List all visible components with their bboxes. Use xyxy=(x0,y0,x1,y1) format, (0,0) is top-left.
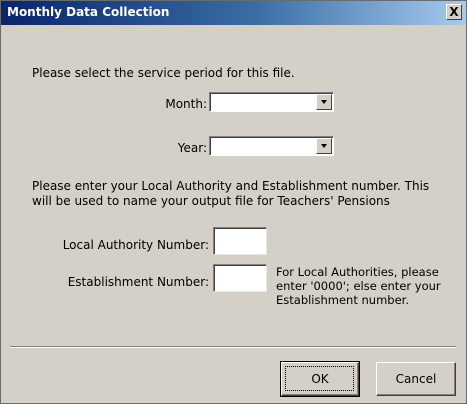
year-dropdown-button[interactable] xyxy=(316,138,332,154)
la-number-label: Local Authority Number: xyxy=(62,238,209,252)
month-dropdown-button[interactable] xyxy=(316,94,332,110)
identifiers-instruction: Please enter your Local Authority and Es… xyxy=(32,179,430,208)
month-dropdown[interactable] xyxy=(209,92,334,112)
title-bar[interactable]: Monthly Data Collection X xyxy=(1,1,466,25)
close-button[interactable]: X xyxy=(446,4,462,20)
chevron-down-icon xyxy=(321,100,327,104)
year-label: Year: xyxy=(177,141,207,155)
establishment-hint: For Local Authorities, please enter '000… xyxy=(276,265,441,307)
cancel-button[interactable]: Cancel xyxy=(376,362,456,396)
service-period-instruction: Please select the service period for thi… xyxy=(32,66,295,80)
month-label: Month: xyxy=(165,97,207,111)
cancel-button-label: Cancel xyxy=(395,372,437,386)
la-number-field[interactable] xyxy=(213,227,267,255)
window-title: Monthly Data Collection xyxy=(7,5,170,19)
close-icon: X xyxy=(449,5,459,19)
establishment-number-label: Establishment Number: xyxy=(67,275,209,289)
monthly-data-collection-dialog: Monthly Data Collection X Please select … xyxy=(0,0,467,404)
ok-button-label: OK xyxy=(311,372,329,386)
button-separator xyxy=(10,346,456,348)
chevron-down-icon xyxy=(321,144,327,148)
establishment-number-field[interactable] xyxy=(213,264,267,292)
ok-button[interactable]: OK xyxy=(280,361,360,397)
year-dropdown[interactable] xyxy=(209,136,334,156)
